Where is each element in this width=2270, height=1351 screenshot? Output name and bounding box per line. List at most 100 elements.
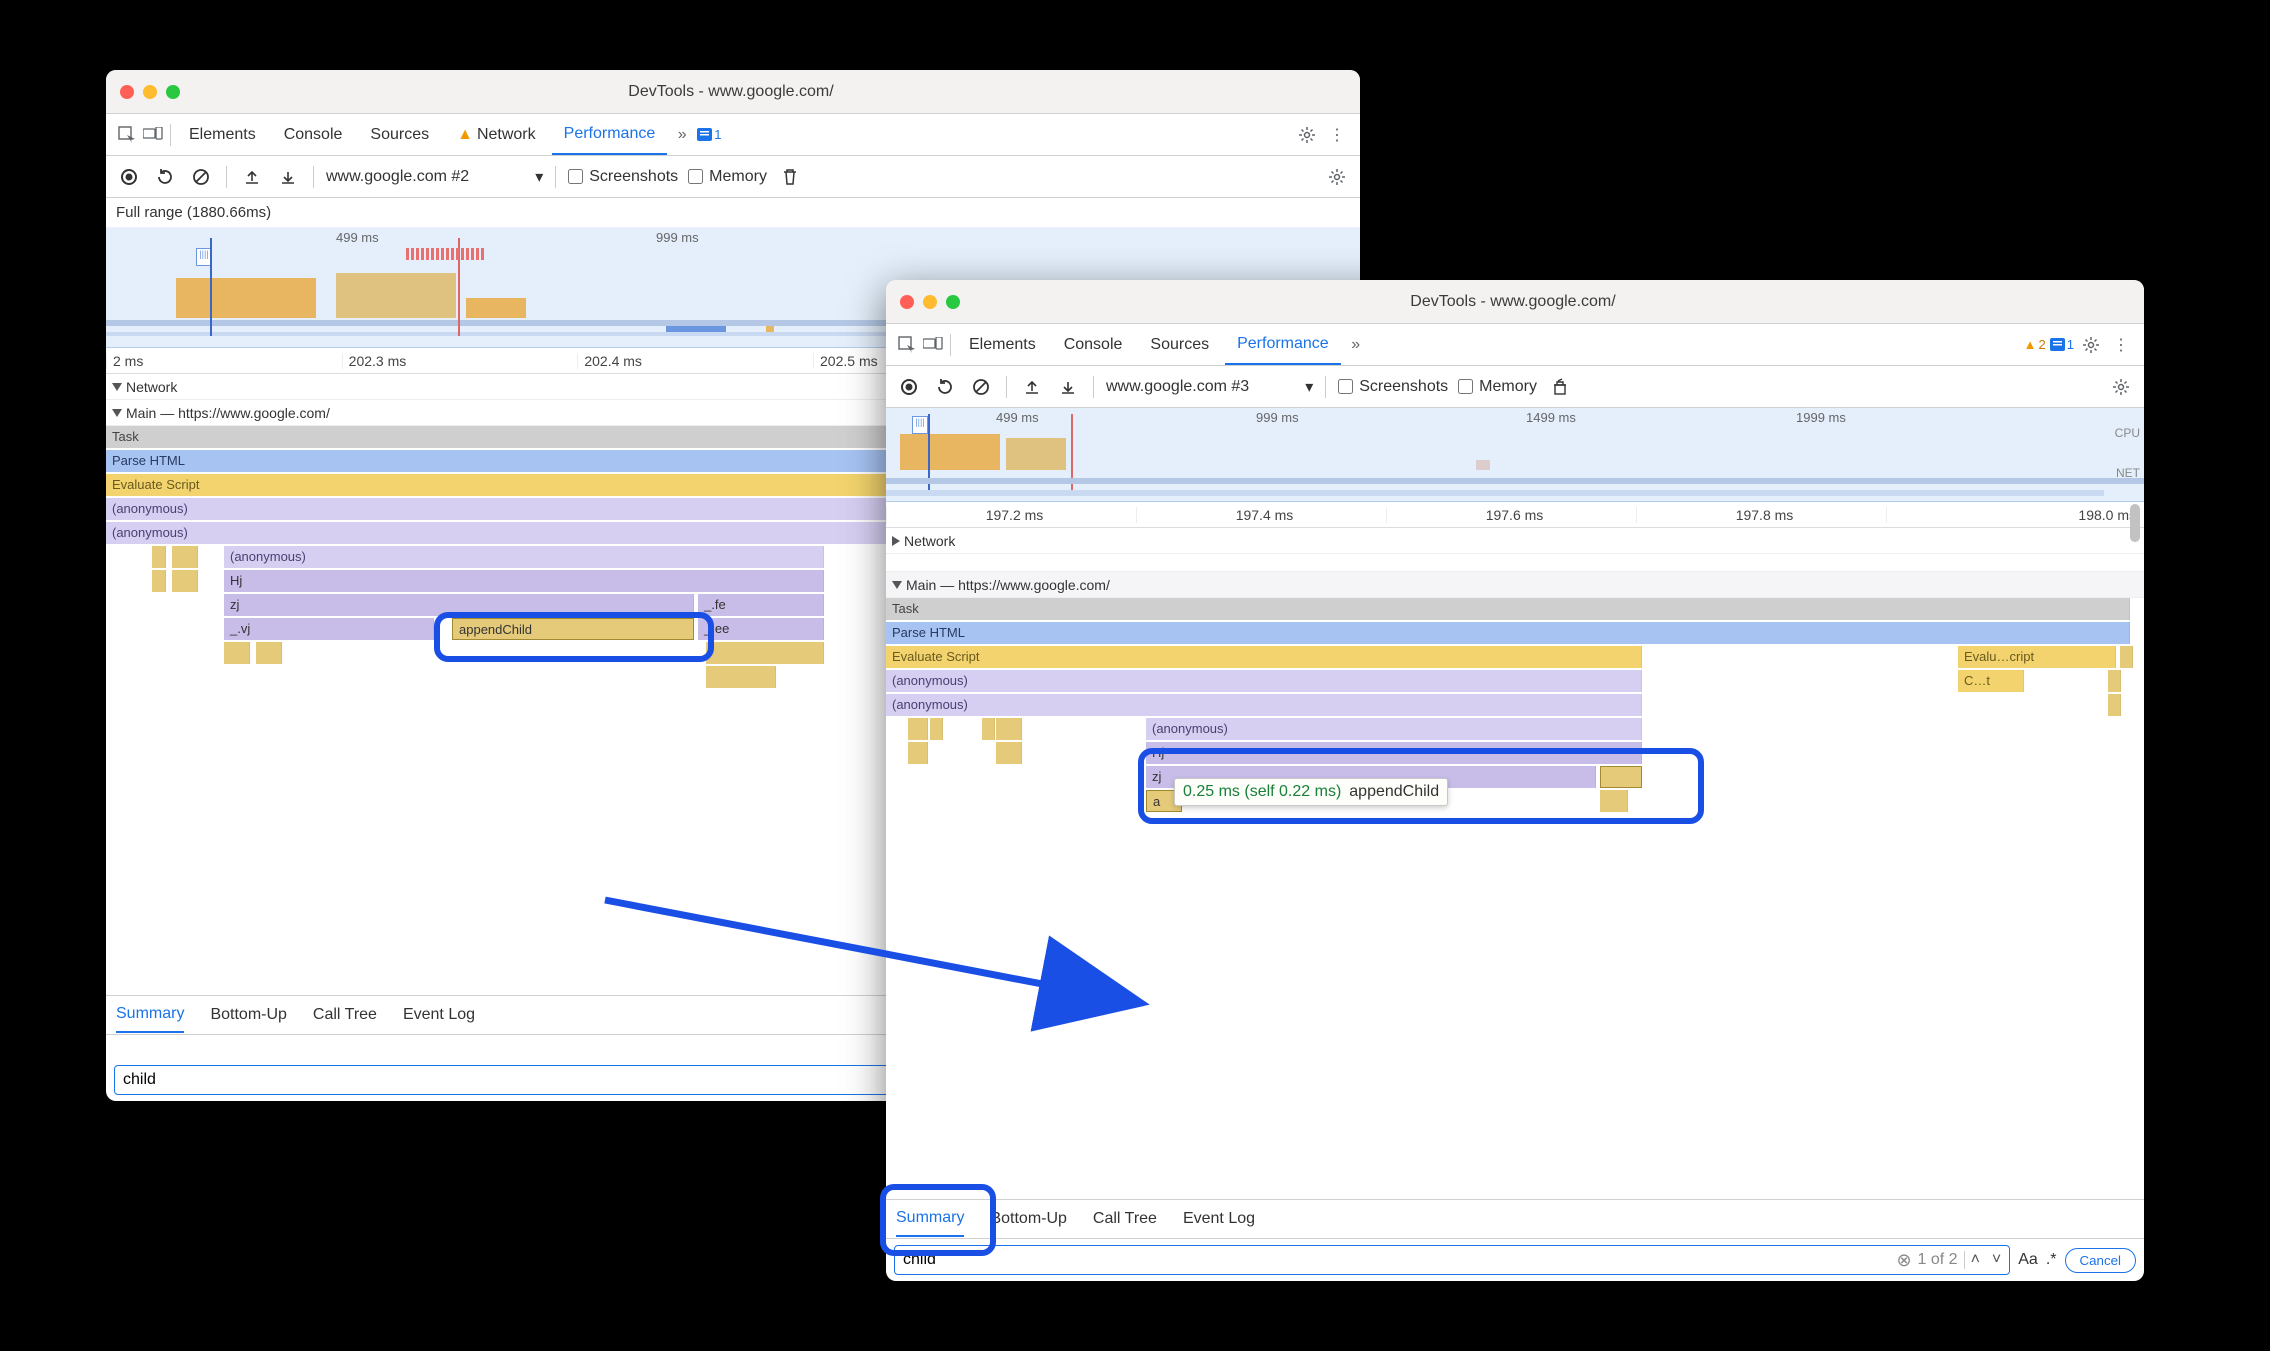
screenshots-checkbox[interactable]: Screenshots	[568, 168, 678, 186]
tab-sources[interactable]: Sources	[358, 120, 441, 150]
flame-hj[interactable]: Hj	[224, 570, 824, 592]
flame-ee[interactable]: _.ee	[698, 618, 824, 640]
minimize-window-dot[interactable]	[923, 295, 937, 309]
flame-vj[interactable]: _.vj	[224, 618, 434, 640]
memory-checkbox[interactable]: Memory	[1458, 378, 1537, 396]
tab-console[interactable]: Console	[1052, 330, 1135, 360]
minimize-window-dot[interactable]	[143, 85, 157, 99]
cancel-button[interactable]: Cancel	[2065, 1248, 2137, 1273]
tab-elements[interactable]: Elements	[957, 330, 1048, 360]
tab-performance[interactable]: Performance	[1225, 325, 1341, 365]
dropdown-icon: ▾	[535, 167, 543, 187]
recording-selector[interactable]: www.google.com #3 ▾	[1106, 377, 1313, 397]
search-bar: ⊗ 1 of 2 ˄ ˅ Aa .* Cancel	[886, 1239, 2144, 1281]
titlebar[interactable]: DevTools - www.google.com/	[106, 70, 1360, 114]
btab-calltree[interactable]: Call Tree	[1093, 1202, 1157, 1236]
flame-zj[interactable]: zj	[224, 594, 694, 616]
device-icon[interactable]	[142, 124, 164, 146]
download-icon[interactable]	[1055, 374, 1081, 400]
inspect-icon[interactable]	[116, 124, 138, 146]
issues-badge[interactable]: 1	[697, 127, 721, 142]
collect-garbage-icon[interactable]	[1547, 374, 1573, 400]
btab-summary[interactable]: Summary	[896, 1201, 964, 1237]
main-section[interactable]: Main — https://www.google.com/	[886, 572, 2144, 598]
clear-icon[interactable]: ⊗	[1896, 1250, 1911, 1271]
overview-chart[interactable]: CPU NET 499 ms 999 ms 1499 ms 1999 ms ||…	[886, 408, 2144, 502]
zoom-window-dot[interactable]	[946, 295, 960, 309]
screenshots-checkbox[interactable]: Screenshots	[1338, 378, 1448, 396]
btab-eventlog[interactable]: Event Log	[1183, 1202, 1255, 1236]
record-icon[interactable]	[896, 374, 922, 400]
devtools-window-2: DevTools - www.google.com/ Elements Cons…	[886, 280, 2144, 1281]
flame-anon[interactable]: (anonymous)	[886, 670, 1642, 692]
network-section[interactable]: Network	[886, 528, 2144, 554]
gear-icon[interactable]	[2108, 374, 2134, 400]
tab-network[interactable]: ▲Network	[445, 120, 548, 150]
upload-icon[interactable]	[1019, 374, 1045, 400]
tab-console[interactable]: Console	[272, 120, 355, 150]
window-title: DevTools - www.google.com/	[190, 83, 1272, 101]
upload-icon[interactable]	[239, 164, 265, 190]
match-case-toggle[interactable]: Aa	[2018, 1251, 2038, 1269]
inspect-icon[interactable]	[896, 334, 918, 356]
record-icon[interactable]	[116, 164, 142, 190]
more-tabs-icon[interactable]: »	[671, 124, 693, 146]
search-input-wrap[interactable]: ⊗ 1 of 2 ˄ ˅	[894, 1245, 2010, 1275]
tab-elements[interactable]: Elements	[177, 120, 268, 150]
flame-anon[interactable]: (anonymous)	[224, 546, 824, 568]
memory-checkbox[interactable]: Memory	[688, 168, 767, 186]
kebab-icon[interactable]: ⋮	[2108, 332, 2134, 358]
btab-bottomup[interactable]: Bottom-Up	[990, 1202, 1066, 1236]
flame-anon[interactable]: (anonymous)	[886, 694, 1642, 716]
warnings-badge[interactable]: ▲2	[2024, 337, 2046, 352]
traffic-lights[interactable]	[120, 85, 180, 99]
regex-toggle[interactable]: .*	[2046, 1251, 2057, 1269]
flame-parse-html[interactable]: Parse HTML	[886, 622, 2130, 644]
flame-eval-script-r[interactable]: Evalu…cript	[1958, 646, 2116, 668]
close-window-dot[interactable]	[900, 295, 914, 309]
tab-sources[interactable]: Sources	[1138, 330, 1221, 360]
prev-match-icon[interactable]: ˄	[1964, 1251, 1986, 1269]
flame-ct[interactable]: C…t	[1958, 670, 2024, 692]
gear-icon[interactable]	[1324, 164, 1350, 190]
clear-icon[interactable]	[188, 164, 214, 190]
tab-performance[interactable]: Performance	[552, 115, 668, 155]
close-window-dot[interactable]	[120, 85, 134, 99]
more-tabs-icon[interactable]: »	[1345, 334, 1367, 356]
btab-eventlog[interactable]: Event Log	[403, 998, 475, 1032]
traffic-lights[interactable]	[900, 295, 960, 309]
kebab-icon[interactable]: ⋮	[1324, 122, 1350, 148]
flame-anon[interactable]: (anonymous)	[1146, 718, 1642, 740]
btab-summary[interactable]: Summary	[116, 997, 184, 1033]
flame-task[interactable]: Task	[886, 598, 2130, 620]
reload-icon[interactable]	[932, 374, 958, 400]
trash-icon[interactable]	[777, 164, 803, 190]
btab-bottomup[interactable]: Bottom-Up	[210, 998, 286, 1032]
gear-icon[interactable]	[1294, 122, 1320, 148]
gear-icon[interactable]	[2078, 332, 2104, 358]
panel-tabs: Elements Console Sources ▲Network Perfor…	[106, 114, 1360, 156]
scrollbar-thumb[interactable]	[2130, 504, 2140, 542]
titlebar[interactable]: DevTools - www.google.com/	[886, 280, 2144, 324]
clear-icon[interactable]	[968, 374, 994, 400]
frames-marker: ||||	[912, 416, 928, 434]
flame-eval-script[interactable]: Evaluate Script	[886, 646, 1642, 668]
recording-selector[interactable]: www.google.com #2 ▾	[326, 167, 543, 187]
flame-appendchild[interactable]: appendChild	[452, 618, 694, 640]
flame-tooltip: 0.25 ms (self 0.22 ms) appendChild	[1174, 778, 1448, 806]
panel-tabs: Elements Console Sources Performance » ▲…	[886, 324, 2144, 366]
tooltip-name: appendChild	[1349, 783, 1439, 801]
warning-icon: ▲	[457, 126, 473, 144]
next-match-icon[interactable]: ˅	[1992, 1251, 2001, 1269]
flame-chart[interactable]: Task Parse HTML Evaluate Script Evalu…cr…	[886, 598, 2144, 1199]
flame-hj[interactable]: Hj	[1146, 742, 1642, 764]
time-ruler[interactable]: 197.2 ms 197.4 ms 197.6 ms 197.8 ms 198.…	[886, 502, 2144, 528]
btab-calltree[interactable]: Call Tree	[313, 998, 377, 1032]
search-input[interactable]	[903, 1251, 1890, 1269]
reload-icon[interactable]	[152, 164, 178, 190]
device-icon[interactable]	[922, 334, 944, 356]
issues-badge[interactable]: 1	[2050, 337, 2074, 352]
zoom-window-dot[interactable]	[166, 85, 180, 99]
download-icon[interactable]	[275, 164, 301, 190]
flame-fe[interactable]: _.fe	[698, 594, 824, 616]
